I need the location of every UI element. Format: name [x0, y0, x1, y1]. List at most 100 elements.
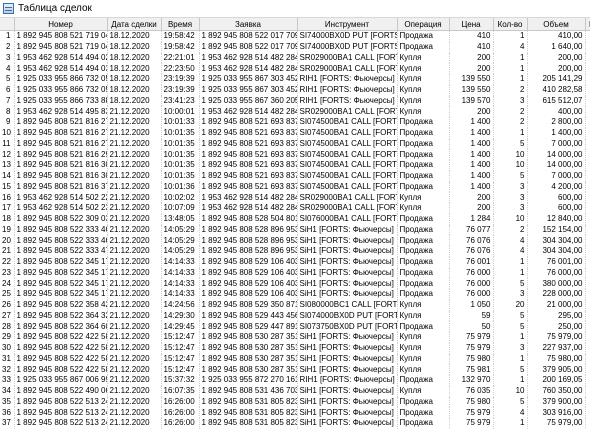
table-row[interactable]: 30 1 892 945 808 522 422 584 21.12.2020 15:… [0, 342, 590, 354]
cell-number: 1 953 462 928 514 495 833 [14, 106, 108, 117]
table-row[interactable]: 18 1 892 945 808 522 309 037 21.12.2020 13:… [0, 213, 590, 225]
column-header-order[interactable]: Заявка [199, 18, 298, 31]
table-row[interactable]: 10 1 892 945 808 521 816 277 21.12.2020 10:… [0, 127, 590, 139]
table-row[interactable]: 21 1 892 945 808 522 333 470 21.12.2020 14:… [0, 246, 590, 257]
table-row[interactable]: 71 925 033 955 866 733 880 18.12.2020 23:4… [0, 95, 590, 107]
cell-commission [585, 321, 590, 332]
column-header-deal-date[interactable]: Дата сделки [107, 18, 162, 31]
cell-operation: Купля [397, 106, 450, 117]
table-row[interactable]: 24 1 892 945 808 522 345 175 21.12.2020 14:… [0, 278, 590, 289]
table-row[interactable]: 28 1 892 945 808 522 364 601 21.12.2020 14:… [0, 321, 590, 332]
cell-instrument: SI074500BA1 CALL [FORTS: Опци [297, 138, 398, 150]
cell-commission [585, 332, 590, 343]
cell-time: 23:19:39 [161, 74, 200, 85]
table-row[interactable]: 32 1 892 945 808 522 422 586 21.12.2020 15:… [0, 364, 590, 375]
cell-price: 200 [449, 192, 494, 203]
cell-volume: 410,00 [527, 30, 586, 42]
column-header-price[interactable]: Цена [449, 18, 494, 31]
cell-time: 19:58:42 [161, 41, 200, 53]
column-header-time[interactable]: Время [161, 18, 200, 31]
cell-number: 1 892 945 808 521 816 293 [14, 149, 108, 160]
column-header-volume[interactable]: Объем [527, 18, 586, 31]
table-row[interactable]: 61 925 033 955 866 732 052 18.12.2020 23:1… [0, 84, 590, 96]
cell-deal-date: 18.12.2020 [107, 30, 162, 42]
column-header-commission[interactable]: Ко [585, 18, 590, 31]
cell-deal-date: 21.12.2020 [107, 138, 162, 150]
cell-deal-date: 21.12.2020 [107, 181, 162, 193]
cell-commission [585, 278, 590, 289]
cell-order: 1 892 945 808 528 896 953 [199, 224, 298, 236]
cell-order: 1 892 945 808 522 017 709 [199, 30, 298, 42]
cell-instrument: SiH1 [FORTS: Фьючерсы] [297, 267, 398, 279]
window-title: Таблица сделок [18, 3, 92, 14]
table-row[interactable]: 31 1 892 945 808 522 422 585 21.12.2020 15:… [0, 353, 590, 365]
cell-operation: Продажа [397, 30, 450, 42]
cell-volume: 380 000,00 [527, 278, 586, 289]
cell-instrument: SiH1 [FORTS: Фьючерсы] [297, 256, 398, 268]
title-bar[interactable]: Таблица сделок [0, 0, 590, 18]
cell-price: 76 076 [449, 235, 494, 246]
cell-commission [585, 310, 590, 322]
table-row[interactable]: 23 1 892 945 808 522 345 174 21.12.2020 14:… [0, 267, 590, 279]
table-row[interactable]: 26 1 892 945 808 522 358 429 21.12.2020 14:… [0, 299, 590, 311]
column-header-number[interactable]: Номер [14, 18, 108, 31]
column-header-quantity[interactable]: Кол-во [493, 18, 528, 31]
cell-operation: Продажа [397, 235, 450, 246]
table-row[interactable]: 16 1 953 462 928 514 502 228 21.12.2020 10:… [0, 192, 590, 203]
table-row[interactable]: 91 892 945 808 521 816 276 21.12.2020 10:0… [0, 117, 590, 128]
table-row[interactable]: 33 1 925 033 955 867 006 999 21.12.2020 15:… [0, 375, 590, 386]
table-row[interactable]: 41 953 462 928 514 494 030 18.12.2020 22:2… [0, 63, 590, 74]
cell-number: 1 892 945 808 522 513 242 [14, 396, 108, 408]
cell-deal-date: 21.12.2020 [107, 160, 162, 171]
cell-quantity: 1 [493, 353, 528, 365]
cell-order: 1 892 945 808 530 287 351 [199, 353, 298, 365]
table-row[interactable]: 11 892 945 808 521 719 045 18.12.2020 19:5… [0, 30, 590, 42]
column-header-operation[interactable]: Операция [397, 18, 450, 31]
cell-quantity: 5 [493, 310, 528, 322]
table-row[interactable]: 31 953 462 928 514 494 021 18.12.2020 22:2… [0, 52, 590, 64]
table-icon [3, 3, 14, 14]
cell-time: 16:26:00 [161, 396, 200, 408]
trades-grid[interactable]: Номер Дата сделки Время Заявка Инструмент Опе… [0, 18, 590, 447]
cell-time: 14:29:30 [161, 310, 200, 322]
table-row[interactable]: 21 892 945 808 521 719 046 18.12.2020 19:5… [0, 41, 590, 53]
table-row[interactable]: 11 1 892 945 808 521 816 278 21.12.2020 10:… [0, 138, 590, 150]
cell-volume: 379 900,00 [527, 396, 586, 408]
table-row[interactable]: 17 1 953 462 928 514 502 233 21.12.2020 10:… [0, 203, 590, 214]
table-row[interactable]: 15 1 892 945 808 521 816 375 21.12.2020 10:… [0, 181, 590, 193]
table-row[interactable]: 37 1 892 945 808 522 513 244 21.12.2020 16:… [0, 418, 590, 429]
cell-operation: Продажа [397, 160, 450, 171]
cell-instrument: SI074500BA1 CALL [FORTS: Опци [297, 127, 398, 139]
cell-instrument: SiH1 [FORTS: Фьючерсы] [297, 364, 398, 375]
cell-operation: Продажа [397, 149, 450, 160]
table-row[interactable]: 35 1 892 945 808 522 513 242 21.12.2020 16:… [0, 396, 590, 408]
cell-time: 14:14:33 [161, 289, 200, 300]
cell-number: 1 892 945 808 521 816 306 [14, 160, 108, 171]
table-row[interactable]: 27 1 892 945 808 522 364 323 21.12.2020 14:… [0, 310, 590, 322]
table-row[interactable]: 20 1 892 945 808 522 333 469 21.12.2020 14:… [0, 235, 590, 246]
cell-commission [585, 106, 590, 117]
table-row[interactable]: 81 953 462 928 514 495 833 21.12.2020 10:0… [0, 106, 590, 117]
cell-time: 14:05:29 [161, 246, 200, 257]
table-row[interactable]: 22 1 892 945 808 522 345 173 21.12.2020 14:… [0, 256, 590, 268]
table-row[interactable]: 19 1 892 945 808 522 333 468 21.12.2020 14:… [0, 224, 590, 236]
table-row[interactable]: 12 1 892 945 808 521 816 293 21.12.2020 10:… [0, 149, 590, 160]
cell-number: 1 892 945 808 522 422 586 [14, 364, 108, 375]
cell-number: 1 925 033 955 867 006 999 [14, 375, 108, 386]
cell-operation: Купля [397, 342, 450, 354]
table-row[interactable]: 13 1 892 945 808 521 816 306 21.12.2020 10:… [0, 160, 590, 171]
cell-deal-date: 18.12.2020 [107, 63, 162, 74]
cell-operation: Купля [397, 385, 450, 397]
column-header-instrument[interactable]: Инструмент [297, 18, 398, 31]
table-row[interactable]: 36 1 892 945 808 522 513 243 21.12.2020 16:… [0, 407, 590, 418]
cell-price: 1 400 [449, 127, 494, 139]
table-row[interactable]: 29 1 892 945 808 522 422 583 21.12.2020 15:… [0, 332, 590, 343]
cell-operation: Купля [397, 364, 450, 375]
cell-instrument: SI074000BX0D PUT [FORTS: Опци [297, 310, 398, 322]
table-row[interactable]: 25 1 892 945 808 522 345 176 21.12.2020 14:… [0, 289, 590, 300]
cell-commission [585, 364, 590, 375]
table-row[interactable]: 34 1 892 945 808 522 490 063 21.12.2020 16:… [0, 385, 590, 397]
table-row[interactable]: 14 1 892 945 808 521 816 307 21.12.2020 10:… [0, 170, 590, 182]
column-header-row-number[interactable] [0, 18, 15, 31]
table-row[interactable]: 51 925 033 955 866 732 051 18.12.2020 23:1… [0, 74, 590, 85]
